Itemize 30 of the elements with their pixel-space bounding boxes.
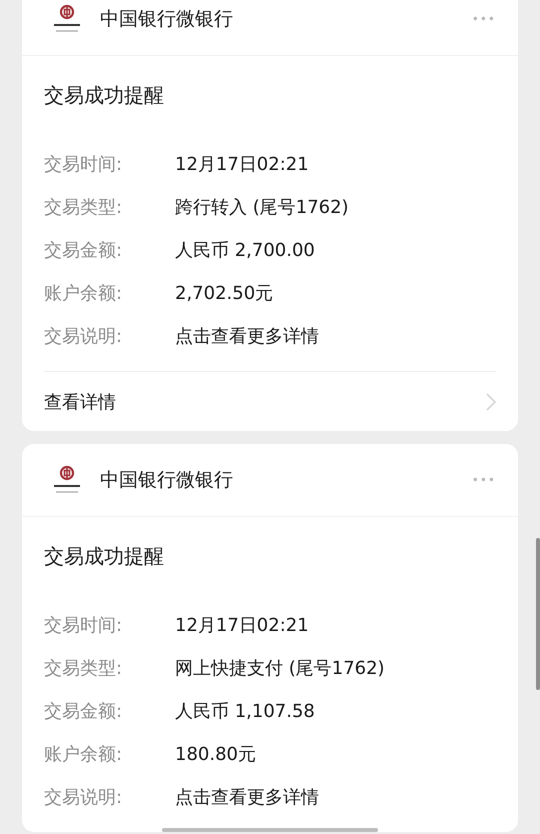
sender-name: 中国银行微银行 — [100, 468, 234, 493]
field-value: 12月17日02:21 — [175, 152, 309, 176]
message-title: 交易成功提醒 — [44, 82, 165, 109]
field-label: 交易金额: — [44, 700, 124, 722]
field-label: 账户余额: — [44, 282, 124, 304]
field-value: 180.80元 — [175, 742, 256, 766]
field-label: 交易金额: — [44, 238, 124, 262]
message-title: 交易成功提醒 — [44, 543, 165, 570]
field-label: 账户余额: — [44, 742, 124, 766]
field-value: 点击查看更多详情 — [175, 786, 319, 808]
view-details-link[interactable]: 查看详情 — [44, 371, 496, 431]
field-label: 交易时间: — [44, 614, 124, 636]
field-label: 交易类型: — [44, 196, 124, 218]
field-value: 2,702.50元 — [175, 282, 274, 304]
field-value: 网上快捷支付 (尾号1762) — [175, 656, 385, 680]
more-button[interactable]: ••• — [472, 473, 496, 487]
field-value: 人民币 2,700.00 — [175, 238, 315, 262]
scrollbar[interactable] — [536, 538, 540, 690]
field-label: 交易时间: — [44, 152, 124, 176]
home-indicator[interactable] — [162, 828, 378, 832]
field-label: 交易类型: — [44, 656, 124, 680]
field-value: 人民币 1,107.58 — [175, 700, 315, 722]
chevron-right-icon — [486, 392, 496, 410]
sender-name: 中国银行微银行 — [100, 7, 234, 32]
field-value: 12月17日02:21 — [175, 614, 309, 636]
field-label: 交易说明: — [44, 324, 124, 348]
field-label: 交易说明: — [44, 786, 124, 808]
more-button[interactable]: ••• — [472, 12, 496, 26]
field-value: 点击查看更多详情 — [175, 324, 319, 348]
field-value: 跨行转入 (尾号1762) — [175, 196, 349, 218]
